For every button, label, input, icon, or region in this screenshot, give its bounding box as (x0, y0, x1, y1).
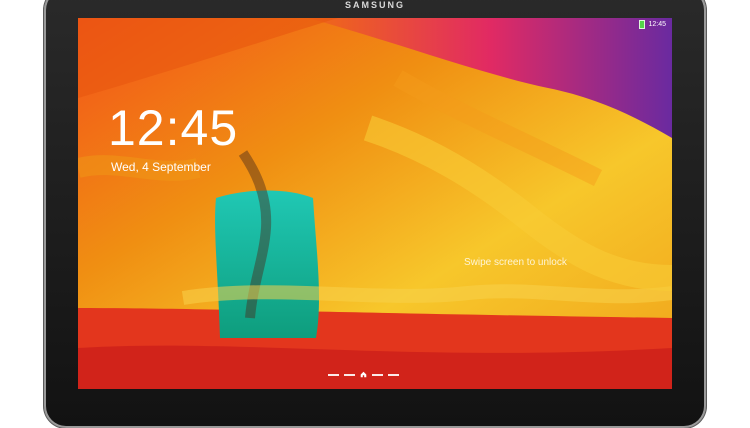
status-bar: 12:45 (639, 20, 666, 29)
page-dot[interactable] (328, 373, 339, 376)
home-icon[interactable] (360, 371, 367, 378)
lockscreen-clock: 12:45 (108, 100, 239, 156)
page-dot[interactable] (372, 373, 383, 376)
lockscreen-date: Wed, 4 September (111, 160, 211, 174)
brand-logo: SAMSUNG (344, 0, 405, 10)
swipe-unlock-hint: Swipe screen to unlock (464, 257, 567, 268)
lock-screen[interactable]: 12:45 12:45 Wed, 4 September Swipe scree… (78, 18, 672, 389)
wallpaper (78, 18, 672, 389)
status-time: 12:45 (648, 21, 666, 28)
page-dot[interactable] (388, 373, 399, 376)
battery-icon (639, 20, 646, 29)
page-dot[interactable] (344, 373, 355, 376)
page-indicator[interactable] (328, 371, 399, 378)
